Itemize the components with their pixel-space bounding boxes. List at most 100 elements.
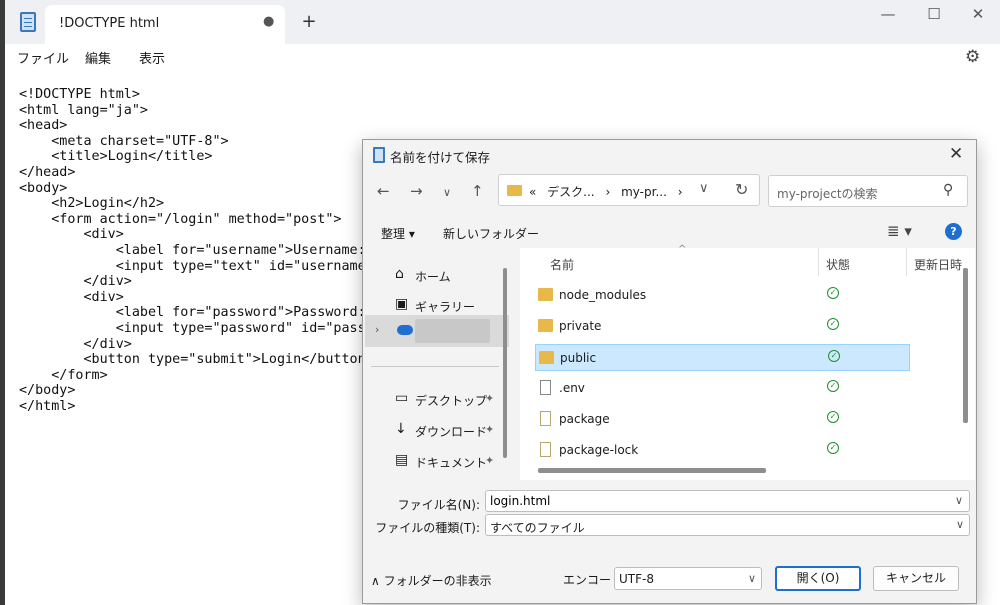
folder-icon — [538, 288, 553, 301]
back-arrow-icon[interactable]: ← — [377, 182, 390, 200]
nav-item-onedrive[interactable]: › — [365, 315, 509, 347]
file-row[interactable]: package-lock ✓ — [535, 437, 910, 464]
new-folder-button[interactable]: 新しいフォルダー — [443, 225, 539, 242]
address-dropdown-icon[interactable]: ∨ — [699, 181, 709, 196]
breadcrumb-overflow[interactable]: « — [529, 185, 536, 199]
file-name: package-lock — [559, 443, 639, 457]
tab-document[interactable]: !DOCTYPE html ● — [45, 5, 285, 44]
nav-scrollbar[interactable] — [503, 268, 507, 458]
breadcrumb-desktop[interactable]: デスク... — [547, 185, 594, 199]
title-bar: !DOCTYPE html ● + — ☐ ✕ — [5, 0, 1000, 44]
menu-view[interactable]: 表示 — [139, 48, 165, 67]
encoding-select[interactable]: UTF-8 ∨ — [614, 567, 762, 590]
nav-item-label: ギャラリー — [415, 300, 476, 314]
file-list: ^ 名前 状態 更新日時 node_modules ✓ private ✓ public… — [520, 244, 975, 480]
file-name: private — [559, 319, 602, 333]
text-editor[interactable]: <!DOCTYPE html> <html lang="ja"> <head> <m… — [19, 87, 379, 427]
nav-item-desktop[interactable]: ▭ デスクトップ ✦ — [395, 386, 505, 414]
nav-item-home[interactable]: ⌂ ホーム — [395, 262, 505, 290]
file-icon — [540, 380, 551, 395]
documents-icon: ▤ — [395, 452, 409, 468]
code-line: <title>Login</title> — [19, 149, 213, 165]
code-line: </body> — [19, 383, 76, 399]
menu-file[interactable]: ファイル — [17, 48, 69, 67]
nav-item-label: デスクトップ — [415, 394, 488, 408]
redacted-account-name — [415, 319, 490, 343]
view-options-icon[interactable]: ≣ ▾ — [887, 222, 912, 240]
code-line: <!DOCTYPE html> — [19, 87, 140, 102]
dialog-close-icon[interactable]: ✕ — [949, 144, 963, 164]
file-row[interactable]: .env ✓ — [535, 375, 910, 402]
synced-check-icon: ✓ — [827, 318, 839, 330]
divider — [371, 366, 499, 367]
address-bar[interactable]: « デスク... › my-pr... › ∨ ↻ — [498, 174, 760, 206]
column-divider[interactable] — [906, 248, 907, 276]
minimize-icon[interactable]: — — [873, 5, 903, 27]
code-line: <head> — [19, 118, 68, 134]
filename-field[interactable] — [485, 490, 970, 512]
file-list-horizontal-scrollbar[interactable] — [538, 468, 766, 473]
filename-label: ファイル名(N): — [397, 498, 480, 512]
help-icon[interactable]: ? — [945, 223, 962, 240]
nav-item-label: ダウンロード — [415, 425, 488, 439]
synced-check-icon: ✓ — [827, 411, 839, 423]
hide-folders-button[interactable]: ∧ フォルダーの非表示 — [371, 572, 492, 589]
download-icon: ↓ — [395, 421, 407, 437]
up-arrow-icon[interactable]: ↑ — [471, 182, 484, 200]
forward-arrow-icon[interactable]: → — [410, 182, 423, 200]
cancel-button[interactable]: キャンセル — [873, 566, 959, 591]
filetype-value: すべてのファイル — [490, 521, 585, 535]
file-row[interactable]: private ✓ — [535, 313, 910, 340]
code-line: <label for="username">Username:< — [19, 242, 374, 258]
maximize-icon[interactable]: ☐ — [919, 5, 949, 27]
search-box[interactable]: my-projectの検索 ⚲ — [768, 175, 968, 207]
menu-edit[interactable]: 編集 — [85, 48, 111, 67]
tab-title: !DOCTYPE html — [59, 16, 160, 31]
open-button[interactable]: 開く(O) — [775, 566, 861, 591]
filename-dropdown-icon[interactable]: ∨ — [955, 494, 963, 507]
code-line: <html lang="ja"> — [19, 102, 148, 118]
code-line: </head> — [19, 164, 76, 180]
breadcrumb-separator-icon[interactable]: › — [678, 185, 683, 199]
file-name: node_modules — [559, 288, 647, 302]
new-tab-button[interactable]: + — [297, 11, 321, 32]
code-line: </html> — [19, 398, 76, 414]
organize-button[interactable]: 整理 ▾ — [381, 225, 415, 242]
pin-icon: ✦ — [485, 392, 495, 405]
expand-chevron-icon[interactable]: › — [375, 323, 379, 336]
breadcrumb-my-project[interactable]: my-pr... — [621, 185, 667, 199]
column-header-state[interactable]: 状態 — [826, 256, 850, 273]
code-line: <button type="submit">Login</button> — [19, 352, 374, 368]
unsaved-dot-icon[interactable]: ● — [263, 14, 274, 29]
column-header-name[interactable]: 名前 — [550, 256, 574, 273]
column-header-date[interactable]: 更新日時 — [914, 256, 962, 273]
file-row[interactable]: package ✓ — [535, 406, 910, 433]
folder-icon — [538, 319, 553, 332]
nav-item-downloads[interactable]: ↓ ダウンロード ✦ — [395, 417, 505, 445]
file-name: public — [560, 351, 597, 365]
nav-item-documents[interactable]: ▤ ドキュメント ✦ — [395, 448, 505, 476]
search-icon[interactable]: ⚲ — [943, 182, 953, 198]
breadcrumb-separator-icon[interactable]: › — [605, 185, 610, 199]
code-line: <input type="password" id="passw — [19, 320, 374, 336]
search-input[interactable]: my-projectの検索 — [777, 185, 878, 202]
dialog-title: 名前を付けて保存 — [390, 150, 491, 165]
code-line: <body> — [19, 180, 68, 196]
code-line: <h2>Login</h2> — [19, 196, 165, 212]
pin-icon: ✦ — [485, 454, 495, 467]
column-divider[interactable] — [818, 248, 819, 276]
filetype-select[interactable]: すべてのファイル ∨ — [485, 514, 970, 536]
nav-item-label: ホーム — [415, 270, 451, 284]
file-list-vertical-scrollbar[interactable] — [963, 268, 968, 423]
refresh-icon[interactable]: ↻ — [735, 180, 748, 199]
recent-locations-chevron-icon[interactable]: ∨ — [443, 186, 451, 199]
filetype-label: ファイルの種類(T): — [375, 521, 480, 535]
settings-gear-icon[interactable]: ⚙ — [965, 47, 980, 67]
desktop-icon: ▭ — [395, 390, 409, 406]
close-icon[interactable]: ✕ — [963, 5, 993, 27]
code-line: </form> — [19, 367, 108, 383]
file-row[interactable]: public ✓ — [535, 344, 910, 371]
code-line: </div> — [19, 336, 132, 352]
file-row[interactable]: node_modules ✓ — [535, 282, 910, 309]
sort-caret-icon: ^ — [678, 244, 687, 255]
